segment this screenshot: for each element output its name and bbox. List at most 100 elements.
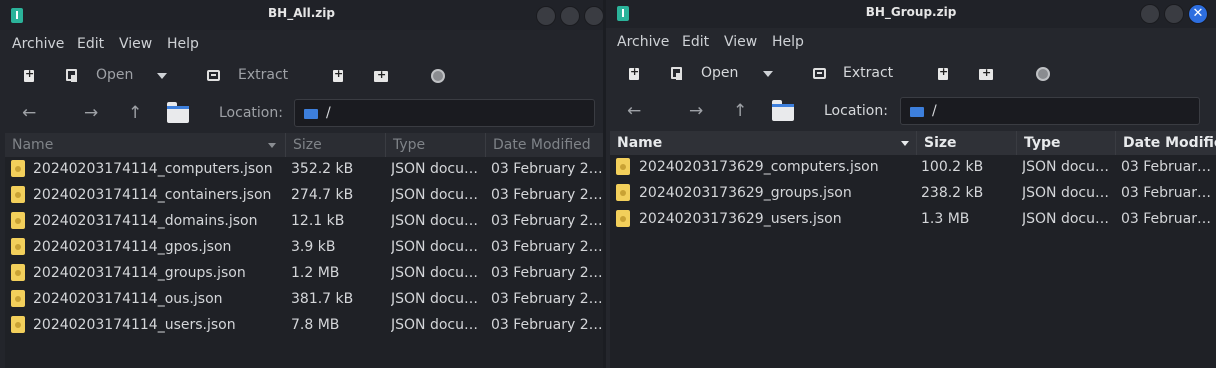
up-arrow-icon[interactable]: ↑ — [733, 101, 747, 121]
close-button[interactable] — [584, 6, 603, 26]
file-name: 20240203174114_gpos.json — [33, 239, 232, 255]
location-bar: ← → ↑ Location: / — [0, 95, 603, 131]
forward-arrow-icon[interactable]: → — [84, 103, 98, 123]
folder-icon[interactable] — [167, 102, 189, 123]
file-type: JSON docu… — [391, 187, 478, 203]
minimize-button[interactable] — [1140, 4, 1160, 24]
menu-help[interactable]: Help — [772, 34, 804, 50]
file-type: JSON docu… — [391, 265, 478, 281]
open-icon[interactable] — [671, 67, 682, 80]
file-row[interactable]: 20240203173629_users.json 1.3 MB JSON docu… — [610, 207, 1216, 233]
location-field[interactable]: / — [294, 99, 595, 127]
file-type: JSON docu… — [391, 161, 478, 177]
folder-icon[interactable] — [772, 100, 794, 121]
file-type: JSON docu… — [1022, 185, 1109, 201]
file-row[interactable]: 20240203173629_groups.json 238.2 kB JSON d… — [610, 181, 1216, 207]
extract-icon[interactable] — [813, 68, 826, 79]
file-date: 03 Februar… — [1121, 159, 1212, 175]
menu-archive[interactable]: Archive — [617, 34, 669, 50]
file-row[interactable]: 20240203174114_groups.json 1.2 MB JSON doc… — [5, 261, 603, 287]
menu-edit[interactable]: Edit — [77, 36, 104, 52]
column-header-date[interactable]: Date Modified — [486, 133, 603, 157]
add-folder-icon[interactable] — [979, 66, 993, 80]
column-header-size[interactable]: Size — [917, 131, 1017, 155]
title-bar[interactable]: BH_All.zip — [0, 0, 603, 30]
menu-edit[interactable]: Edit — [682, 34, 709, 50]
location-path: / — [932, 103, 937, 119]
open-dropdown-icon[interactable] — [763, 71, 773, 77]
open-icon[interactable] — [66, 69, 77, 82]
extract-button-label[interactable]: Extract — [843, 65, 893, 81]
open-button-label[interactable]: Open — [701, 65, 738, 81]
column-header-type[interactable]: Type — [1017, 131, 1116, 155]
column-header-name[interactable]: Name — [5, 133, 286, 157]
forward-arrow-icon[interactable]: → — [689, 101, 703, 121]
file-name: 20240203173629_users.json — [639, 211, 842, 227]
file-type: JSON docu… — [391, 291, 478, 307]
column-header-size[interactable]: Size — [286, 133, 386, 157]
file-row[interactable]: 20240203174114_containers.json 274.7 kB JS… — [5, 183, 603, 209]
file-name: 20240203174114_containers.json — [33, 187, 272, 203]
add-folder-icon[interactable] — [374, 68, 388, 82]
column-header-row: Name Size Type Date Modifie — [610, 131, 1216, 155]
file-date: 03 Februar… — [1121, 211, 1212, 227]
file-row[interactable]: 20240203174114_domains.json 12.1 kB JSON d… — [5, 209, 603, 235]
extract-button-label[interactable]: Extract — [238, 67, 288, 83]
menu-archive[interactable]: Archive — [12, 36, 64, 52]
file-row[interactable]: 20240203174114_ous.json 381.7 kB JSON docu… — [5, 287, 603, 313]
json-file-icon — [616, 184, 630, 201]
add-files-icon[interactable] — [938, 65, 948, 80]
column-header-type[interactable]: Type — [386, 133, 486, 157]
extract-icon[interactable] — [207, 70, 220, 81]
record-icon[interactable] — [1036, 67, 1050, 81]
file-date: 03 February 2… — [491, 291, 603, 307]
file-row[interactable]: 20240203174114_computers.json 352.2 kB JSO… — [5, 157, 603, 183]
file-date: 03 February 2… — [491, 317, 603, 333]
file-row[interactable]: 20240203174114_gpos.json 3.9 kB JSON docu…… — [5, 235, 603, 261]
file-name: 20240203174114_users.json — [33, 317, 236, 333]
open-dropdown-icon[interactable] — [157, 73, 167, 79]
location-path: / — [326, 105, 331, 121]
file-size: 274.7 kB — [291, 187, 354, 203]
json-file-icon — [616, 158, 630, 175]
file-date: 03 February 2… — [491, 239, 603, 255]
new-archive-icon[interactable] — [24, 67, 34, 82]
file-row[interactable]: 20240203174114_users.json 7.8 MB JSON docu… — [5, 313, 603, 339]
location-label: Location: — [824, 103, 888, 119]
json-file-icon — [11, 186, 25, 203]
add-files-icon[interactable] — [333, 67, 343, 82]
menu-view[interactable]: View — [119, 36, 152, 52]
column-header-row: Name Size Type Date Modified — [5, 133, 603, 157]
record-icon[interactable] — [431, 69, 445, 83]
location-field[interactable]: / — [900, 97, 1200, 125]
column-header-date[interactable]: Date Modifie — [1116, 131, 1216, 155]
file-name: 20240203174114_groups.json — [33, 265, 246, 281]
menu-bar: Archive Edit View Help — [606, 28, 1216, 56]
file-size: 381.7 kB — [291, 291, 354, 307]
menu-help[interactable]: Help — [167, 36, 199, 52]
maximize-button[interactable] — [1164, 4, 1184, 24]
menu-bar: Archive Edit View Help — [0, 30, 603, 58]
open-button-label[interactable]: Open — [96, 67, 133, 83]
file-size: 12.1 kB — [291, 213, 345, 229]
file-date: 03 Februar… — [1121, 185, 1212, 201]
file-size: 1.3 MB — [921, 211, 970, 227]
back-arrow-icon[interactable]: ← — [22, 103, 36, 123]
file-name: 20240203174114_ous.json — [33, 291, 223, 307]
close-button[interactable]: ✕ — [1188, 4, 1208, 24]
file-name: 20240203173629_computers.json — [639, 159, 879, 175]
back-arrow-icon[interactable]: ← — [627, 101, 641, 121]
file-row[interactable]: 20240203173629_computers.json 100.2 kB JSO… — [610, 155, 1216, 181]
file-type: JSON docu… — [391, 213, 478, 229]
maximize-button[interactable] — [560, 6, 580, 26]
column-header-name[interactable]: Name — [610, 131, 917, 155]
file-name: 20240203174114_computers.json — [33, 161, 273, 177]
new-archive-icon[interactable] — [629, 65, 639, 80]
menu-view[interactable]: View — [724, 34, 757, 50]
up-arrow-icon[interactable]: ↑ — [128, 103, 142, 123]
sort-descending-icon — [901, 141, 909, 146]
title-bar[interactable]: BH_Group.zip ✕ — [606, 0, 1216, 28]
location-label: Location: — [219, 105, 283, 121]
minimize-button[interactable] — [536, 6, 556, 26]
file-size: 352.2 kB — [291, 161, 354, 177]
